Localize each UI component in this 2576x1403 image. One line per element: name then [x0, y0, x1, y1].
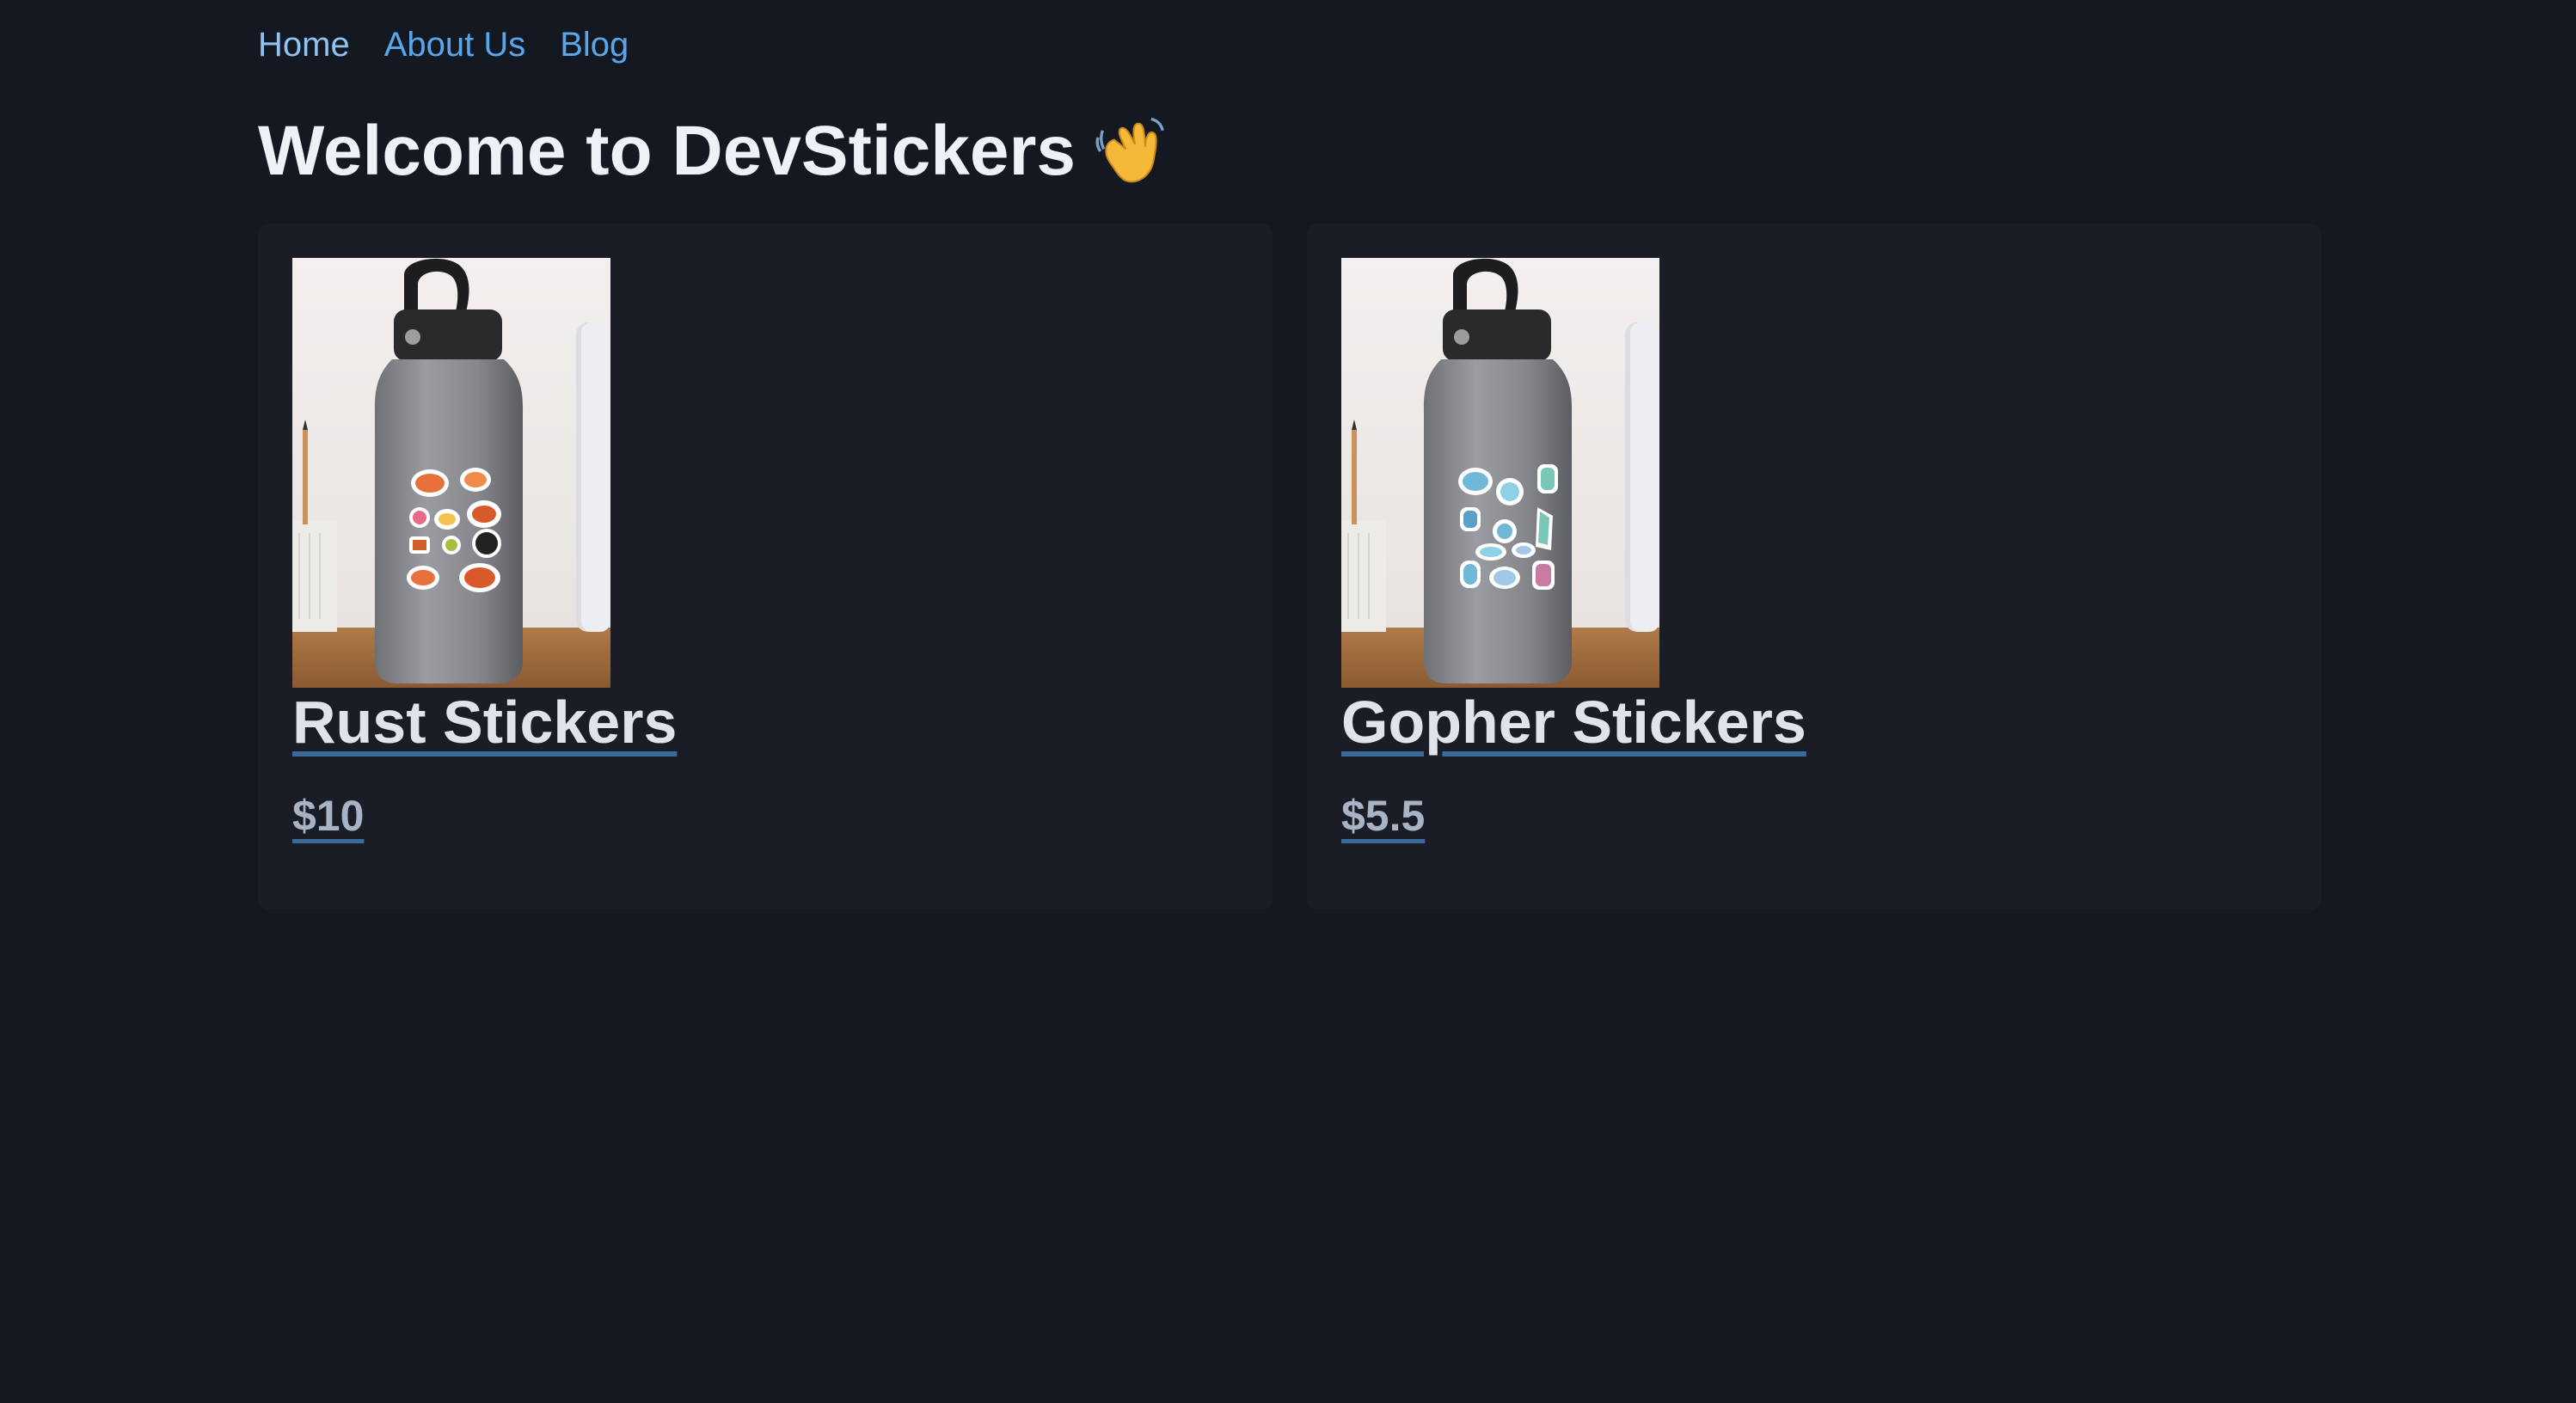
water-bottle-with-gopher-stickers-icon [1341, 258, 1659, 688]
nav-home-link[interactable]: Home [258, 26, 350, 64]
product-grid: Rust Stickers $10 Gopher Stickers $5.5 [258, 224, 2321, 910]
waving-hand-icon [1095, 117, 1164, 183]
product-image[interactable] [292, 258, 610, 688]
product-price-link[interactable]: $10 [292, 791, 364, 841]
product-card: Rust Stickers $10 [258, 224, 1273, 910]
product-title-link[interactable]: Gopher Stickers [1341, 688, 1806, 757]
nav-blog-link[interactable]: Blog [560, 26, 629, 64]
page-title: Welcome to DevStickers [258, 110, 1165, 193]
product-title-link[interactable]: Rust Stickers [292, 688, 677, 757]
top-nav: Home About Us Blog [258, 26, 629, 64]
product-price-link[interactable]: $5.5 [1341, 791, 1425, 841]
product-image[interactable] [1341, 258, 1659, 688]
product-card: Gopher Stickers $5.5 [1307, 224, 2321, 910]
water-bottle-with-crab-stickers-icon [292, 258, 610, 688]
page-title-text: Welcome to DevStickers [258, 112, 1076, 190]
nav-about-link[interactable]: About Us [384, 26, 526, 64]
